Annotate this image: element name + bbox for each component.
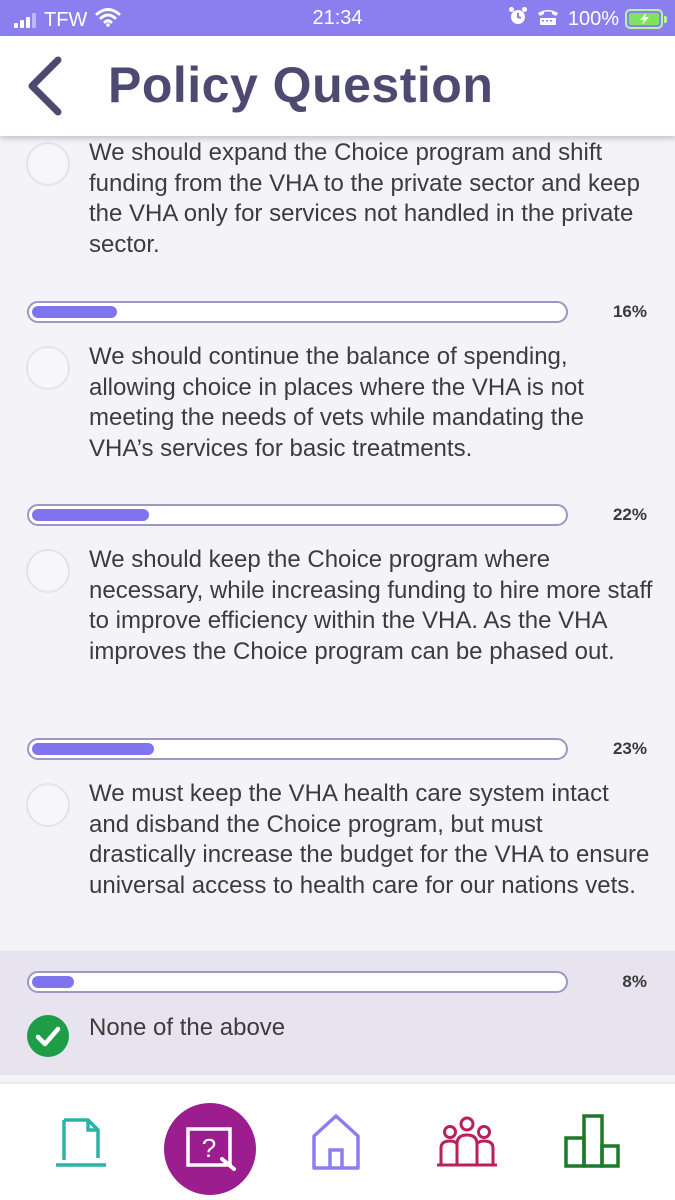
page-title: Policy Question <box>108 57 494 113</box>
people-icon <box>437 1116 497 1167</box>
option-text: We should keep the Choice program where … <box>89 546 653 665</box>
option-text: We should expand the Choice program and … <box>89 139 640 258</box>
nav-stats[interactable] <box>558 1102 638 1182</box>
alarm-icon <box>508 6 528 32</box>
progress-bar <box>27 301 568 323</box>
radio-button[interactable] <box>26 783 70 827</box>
radio-button[interactable] <box>26 142 70 186</box>
option-text: We should continue the balance of spendi… <box>89 343 584 462</box>
result-row: 22% <box>0 504 675 534</box>
nav-documents[interactable] <box>50 1102 130 1182</box>
bottom-nav: ? <box>0 1082 675 1200</box>
battery-charging-icon <box>625 9 667 29</box>
progress-bar <box>27 738 568 760</box>
status-right: 100% <box>500 6 667 32</box>
battery-percent: 100% <box>567 7 619 30</box>
document-icon <box>56 1118 106 1167</box>
selected-option-block[interactable]: 8% None of the above <box>0 951 675 1075</box>
radio-button[interactable] <box>26 549 70 593</box>
percent-label: 22% <box>612 505 647 524</box>
result-row: 23% <box>0 738 675 768</box>
nav-home[interactable] <box>298 1102 378 1182</box>
radio-button[interactable] <box>26 346 70 390</box>
home-icon <box>312 1114 360 1170</box>
result-row: 8% <box>0 971 675 1001</box>
bar-chart-icon <box>564 1114 620 1168</box>
back-button[interactable] <box>24 56 68 116</box>
progress-bar-fill <box>32 976 74 988</box>
svg-text:?: ? <box>202 1133 216 1163</box>
progress-bar-fill <box>32 743 154 755</box>
status-bar: TFW 21:34 100% <box>0 0 675 36</box>
options-list[interactable]: We should expand the Choice program and … <box>0 136 675 1078</box>
tty-icon <box>536 6 560 32</box>
percent-label: 23% <box>612 739 647 758</box>
percent-label: 16% <box>612 302 647 321</box>
progress-bar-fill <box>32 509 149 521</box>
progress-bar <box>27 971 568 993</box>
nav-community[interactable] <box>427 1102 507 1182</box>
percent-label: 8% <box>622 972 647 991</box>
question-icon: ? <box>186 1127 236 1171</box>
progress-bar <box>27 504 568 526</box>
progress-bar-fill <box>32 306 117 318</box>
option-text: None of the above <box>89 1014 286 1041</box>
app-header: Policy Question <box>0 36 675 136</box>
result-row: 16% <box>0 301 675 331</box>
checkmark-icon[interactable] <box>27 1015 69 1057</box>
nav-question-active[interactable]: ? <box>164 1103 256 1195</box>
chevron-left-icon <box>28 56 62 116</box>
option-text: We must keep the VHA health care system … <box>89 780 650 899</box>
